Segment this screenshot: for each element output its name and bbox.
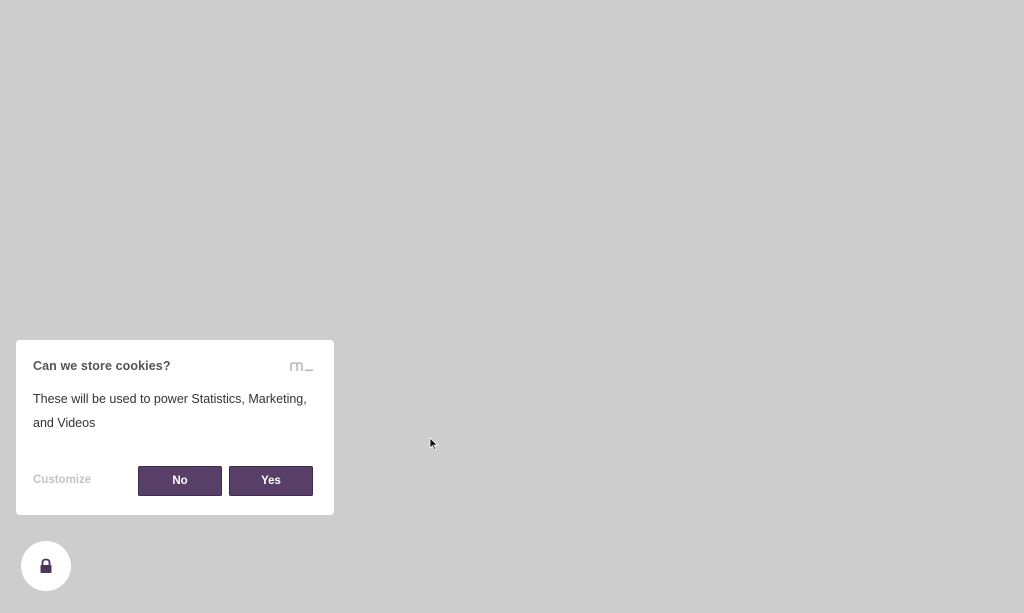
mouse-cursor-icon [429, 437, 439, 451]
decline-button[interactable]: No [138, 466, 222, 496]
accept-button[interactable]: Yes [229, 466, 313, 496]
privacy-settings-button[interactable] [21, 541, 71, 591]
customize-button[interactable]: Customize [33, 474, 91, 486]
m-logo-icon [290, 362, 313, 372]
page-backdrop: Can we store cookies? These will be used… [0, 0, 1024, 613]
lock-icon [40, 558, 52, 573]
dialog-title: Can we store cookies? [33, 359, 171, 373]
dialog-message: These will be used to power Statistics, … [33, 392, 307, 430]
cookie-consent-dialog: Can we store cookies? These will be used… [16, 340, 334, 515]
